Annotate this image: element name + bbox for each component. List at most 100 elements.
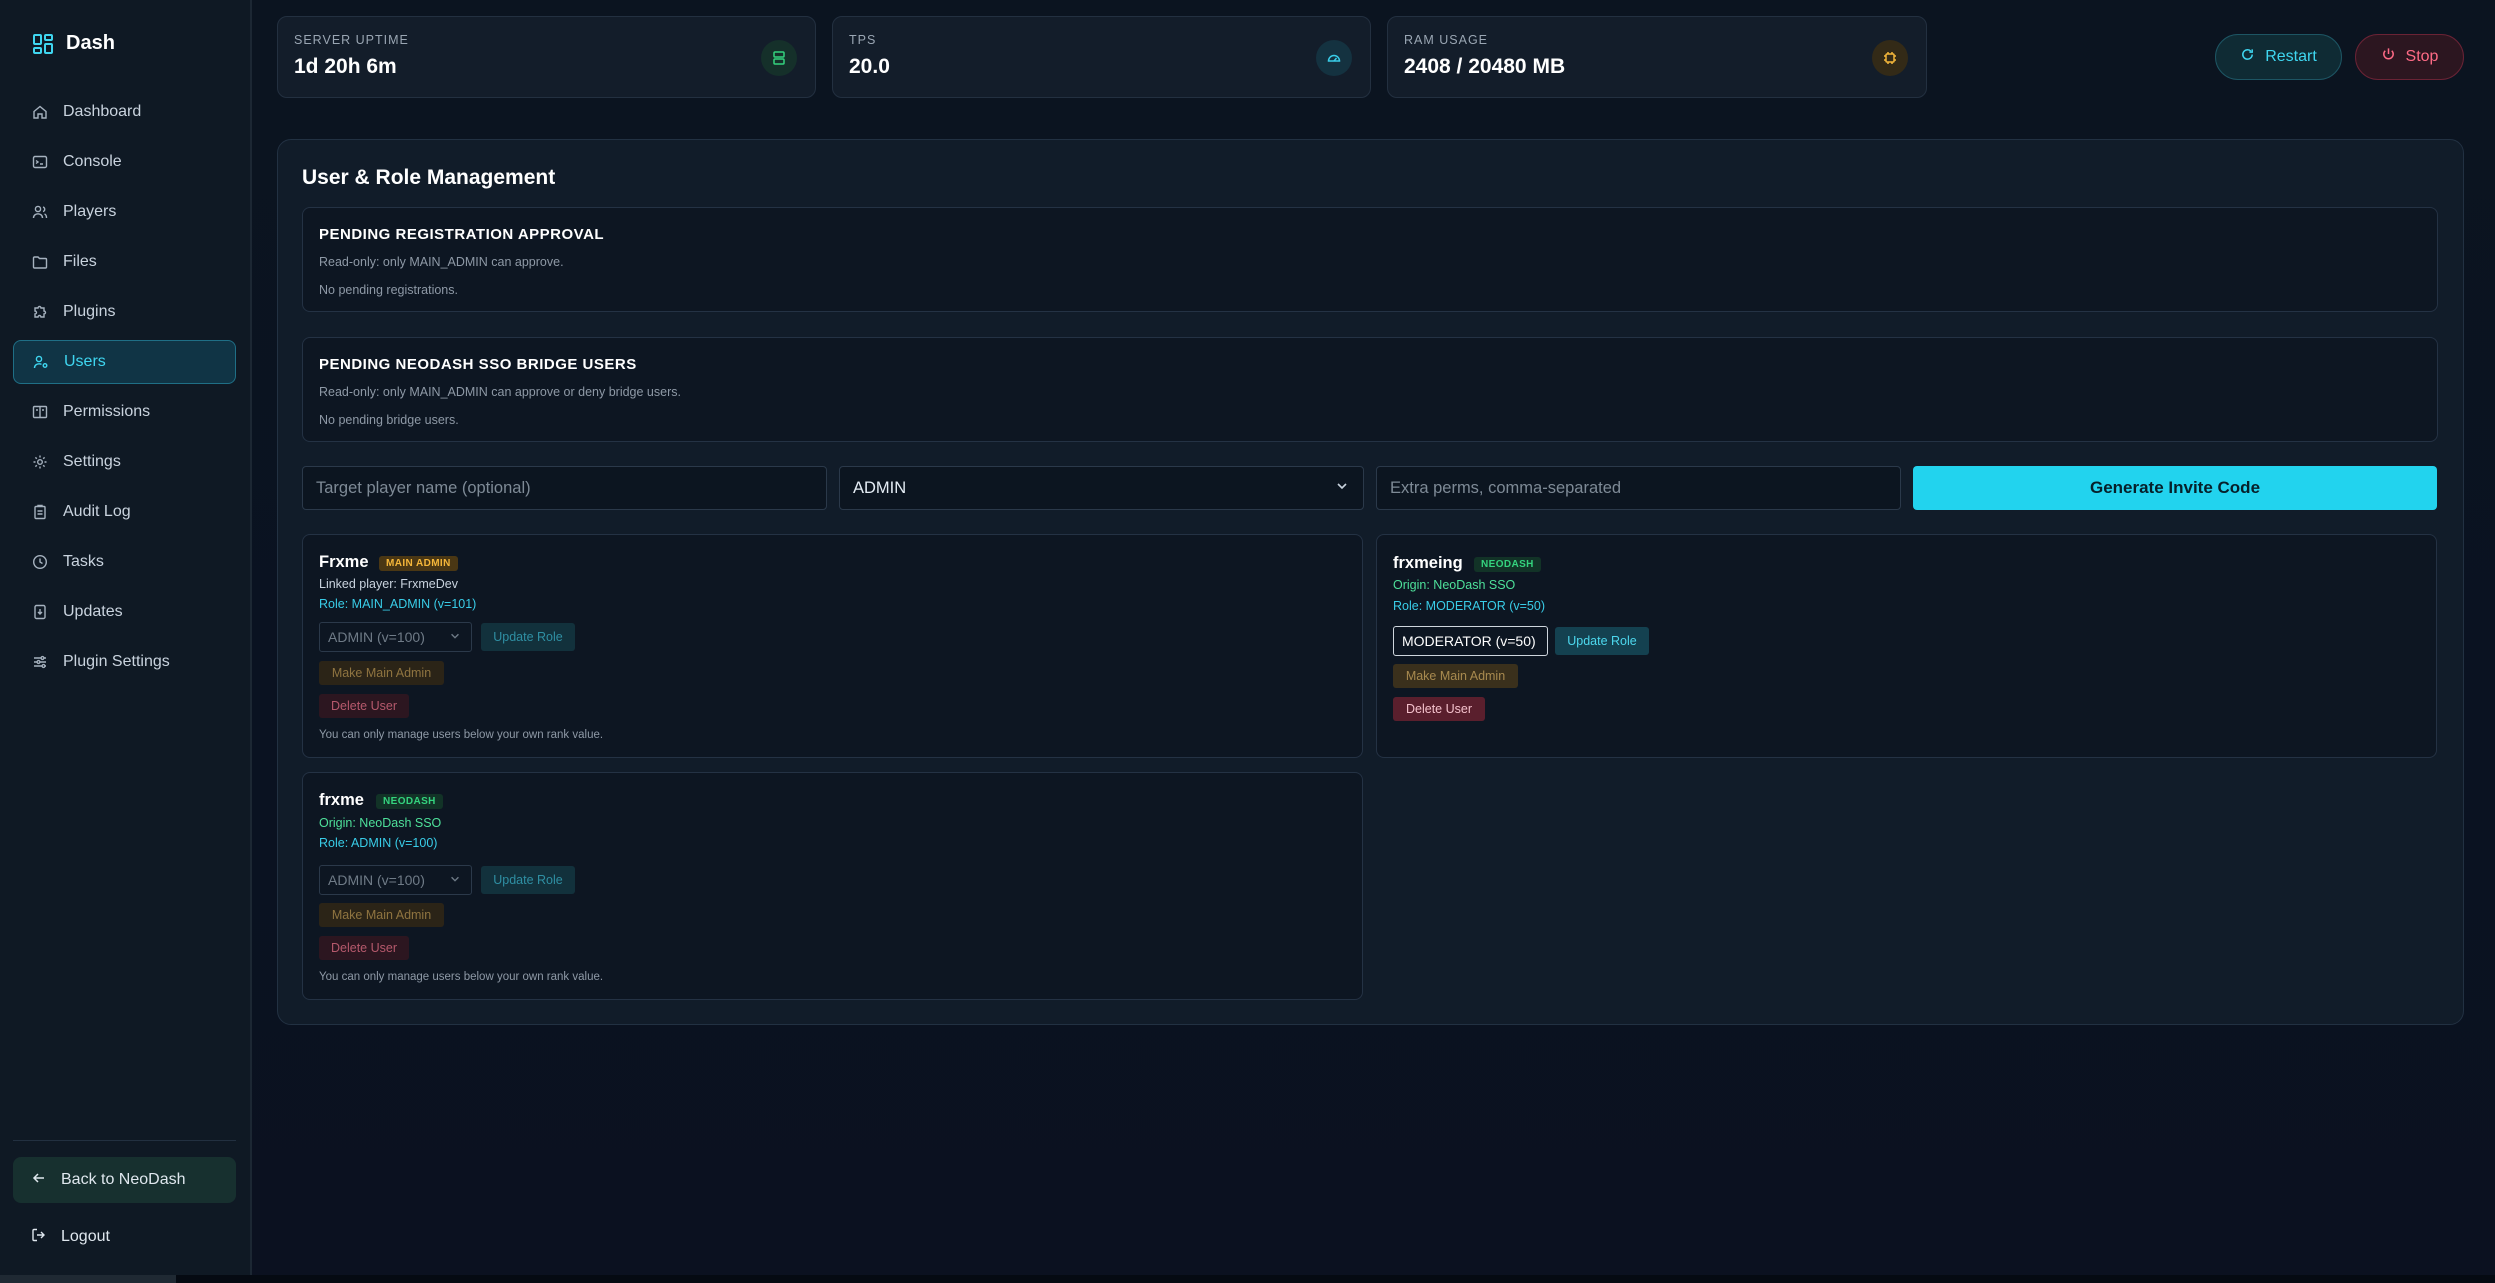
selected-role: ADMIN (v=100) [328, 629, 425, 645]
sidebar-item-label: Updates [63, 603, 123, 620]
cpu-icon [1872, 40, 1908, 76]
permission-note: You can only manage users below your own… [319, 971, 604, 983]
update-role-button[interactable]: Update Role [1555, 627, 1649, 655]
home-icon [31, 103, 49, 121]
role-badge: MAIN ADMIN [379, 556, 458, 571]
sidebar-item-label: Dashboard [63, 103, 142, 120]
gear-icon [31, 453, 49, 471]
sidebar-item-permissions[interactable]: Permissions [13, 390, 236, 434]
sidebar-item-settings[interactable]: Settings [13, 440, 236, 484]
user-role: Role: MODERATOR (v=50) [1393, 599, 1546, 613]
logout-button[interactable]: Logout [13, 1215, 236, 1259]
user-name: frxme [319, 791, 364, 809]
stat-label: TPS [849, 33, 877, 47]
terminal-icon [31, 153, 49, 171]
stat-label: SERVER UPTIME [294, 33, 409, 47]
brand[interactable]: Dash [32, 32, 115, 55]
delete-user-button[interactable]: Delete User [1393, 697, 1485, 721]
user-name: frxmeing [1393, 554, 1463, 572]
empty-state: No pending registrations. [319, 283, 458, 297]
sidebar-item-plugin-settings[interactable]: Plugin Settings [13, 640, 236, 684]
stat-card-uptime: SERVER UPTIME 1d 20h 6m [277, 16, 816, 98]
role-select[interactable]: MODERATOR (v=50) [1393, 626, 1548, 656]
section-subtext: Read-only: only MAIN_ADMIN can approve. [319, 255, 564, 269]
selected-role: ADMIN (v=100) [328, 872, 425, 888]
refresh-icon [2240, 47, 2255, 67]
back-to-neodash-button[interactable]: Back to NeoDash [13, 1157, 236, 1203]
role-select[interactable]: ADMIN [839, 466, 1364, 510]
sidebar-item-label: Users [64, 353, 106, 370]
sidebar-item-dashboard[interactable]: Dashboard [13, 90, 236, 134]
user-card-frxme-sso: frxme NEODASH Origin: NeoDash SSO Role: … [302, 772, 1363, 1000]
user-cog-icon [32, 353, 50, 371]
strip-segment [0, 1275, 176, 1283]
sidebar-item-audit-log[interactable]: Audit Log [13, 490, 236, 534]
stat-value: 2408 / 20480 MB [1404, 55, 1566, 78]
user-card-frxme: Frxme MAIN ADMIN Linked player: FrxmeDev… [302, 534, 1363, 758]
stat-card-tps: TPS 20.0 [832, 16, 1371, 98]
stop-label: Stop [2405, 48, 2439, 65]
puzzle-icon [31, 303, 49, 321]
role-badge: NEODASH [1474, 557, 1541, 572]
make-main-admin-button[interactable]: Make Main Admin [319, 903, 444, 927]
power-icon [2381, 47, 2396, 67]
sidebar-item-label: Audit Log [63, 503, 131, 520]
pending-registration-section: PENDING REGISTRATION APPROVAL Read-only:… [302, 207, 2438, 312]
dashboard-grid-icon [32, 33, 54, 55]
user-origin: Origin: NeoDash SSO [319, 816, 442, 830]
restart-button[interactable]: Restart [2215, 34, 2342, 80]
sidebar-item-label: Players [63, 203, 117, 220]
delete-user-button[interactable]: Delete User [319, 694, 409, 718]
page-title: User & Role Management [302, 166, 556, 189]
sidebar-item-updates[interactable]: Updates [13, 590, 236, 634]
sidebar-item-label: Console [63, 153, 122, 170]
sidebar-divider [13, 1140, 236, 1141]
clock-icon [31, 553, 49, 571]
clipboard-icon [31, 503, 49, 521]
update-role-button[interactable]: Update Role [481, 623, 575, 651]
bottom-strip [0, 1275, 2495, 1283]
role-select[interactable]: ADMIN (v=100) [319, 865, 472, 895]
sidebar-item-users[interactable]: Users [13, 340, 236, 384]
extra-perms-input[interactable]: Extra perms, comma-separated [1376, 466, 1901, 510]
chevron-down-icon [1335, 479, 1349, 498]
sidebar-item-files[interactable]: Files [13, 240, 236, 284]
folder-icon [31, 253, 49, 271]
sidebar-item-tasks[interactable]: Tasks [13, 540, 236, 584]
pending-sso-section: PENDING NEODASH SSO BRIDGE USERS Read-on… [302, 337, 2438, 442]
sidebar-item-console[interactable]: Console [13, 140, 236, 184]
sidebar-item-label: Files [63, 253, 97, 270]
sidebar-item-label: Plugin Settings [63, 653, 170, 670]
user-name: Frxme [319, 553, 369, 571]
strip-line [176, 1275, 2495, 1283]
delete-user-button[interactable]: Delete User [319, 936, 409, 960]
app-name: Dash [66, 32, 115, 54]
chevron-down-icon [449, 872, 461, 888]
logout-icon [31, 1227, 47, 1248]
target-player-input[interactable]: Target player name (optional) [302, 466, 827, 510]
stat-value: 1d 20h 6m [294, 55, 397, 78]
back-label: Back to NeoDash [61, 1171, 186, 1188]
sidebar-item-plugins[interactable]: Plugins [13, 290, 236, 334]
sidebar-item-label: Plugins [63, 303, 116, 320]
download-icon [31, 603, 49, 621]
sidebar-item-players[interactable]: Players [13, 190, 236, 234]
stat-label: RAM USAGE [1404, 33, 1489, 47]
section-subtext: Read-only: only MAIN_ADMIN can approve o… [319, 385, 681, 399]
role-select[interactable]: ADMIN (v=100) [319, 622, 472, 652]
permission-note: You can only manage users below your own… [319, 729, 604, 741]
update-role-button[interactable]: Update Role [481, 866, 575, 894]
logout-label: Logout [61, 1228, 110, 1245]
stop-button[interactable]: Stop [2355, 34, 2464, 80]
user-role: Role: MAIN_ADMIN (v=101) [319, 597, 477, 611]
sliders-icon [31, 653, 49, 671]
make-main-admin-button[interactable]: Make Main Admin [319, 661, 444, 685]
section-heading: PENDING NEODASH SSO BRIDGE USERS [319, 356, 637, 373]
restart-label: Restart [2265, 48, 2317, 65]
placeholder: Target player name (optional) [316, 478, 531, 497]
generate-invite-button[interactable]: Generate Invite Code [1913, 466, 2437, 510]
stat-card-ram: RAM USAGE 2408 / 20480 MB [1387, 16, 1927, 98]
sidebar-item-label: Settings [63, 453, 121, 470]
make-main-admin-button[interactable]: Make Main Admin [1393, 664, 1518, 688]
section-heading: PENDING REGISTRATION APPROVAL [319, 226, 605, 243]
